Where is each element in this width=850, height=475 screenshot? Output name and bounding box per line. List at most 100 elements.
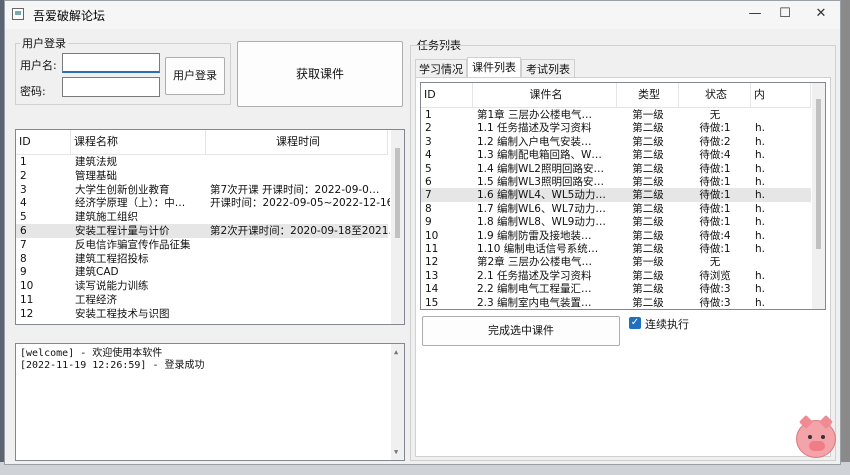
table-row[interactable]: 9 建筑CAD	[16, 265, 388, 279]
table-row[interactable]: 12 安装工程技术与识图	[16, 307, 388, 321]
table-row[interactable]: 12 第2章 三层办公楼电气… 第一级 无	[421, 255, 811, 269]
table-cell: 1.3 编制配电箱回路、W…	[477, 149, 602, 162]
table-cell: 读写说能力训练	[75, 280, 149, 293]
table-cell: 6	[20, 225, 27, 237]
table-cell: 建筑法规	[75, 156, 117, 168]
table-row[interactable]: 8 1.7 编制WL6、WL7动力… 第二级 待做:1 h.	[421, 202, 811, 216]
table-cell: 1	[20, 156, 27, 168]
login-button[interactable]: 用户登录	[165, 57, 225, 95]
table-row[interactable]: 10 1.9 编制防雷及接地装… 第二级 待做:4 h.	[421, 229, 811, 243]
column-header[interactable]: ID	[421, 83, 473, 107]
courseware-tab-panel: ID 课件名 类型 状态 内 1 第1章 三层办公楼电气… 第一级无 2 1.1 任务描…	[415, 77, 831, 457]
table-row[interactable]: 6 安装工程计量与计价 第2次开课时间：2020-09-18至2021…	[16, 224, 390, 238]
maximize-icon[interactable]: ☐	[772, 5, 798, 23]
table-cell: 2	[20, 169, 27, 182]
table-row[interactable]: 13 2.1 任务描述及学习资料 第二级 待浏览 h.	[421, 269, 811, 283]
table-cell: 建筑工程招投标	[75, 252, 149, 265]
table-row[interactable]: 5 建筑施工组织	[16, 210, 388, 224]
table-row[interactable]: 9 1.8 编制WL8、WL9动力… 第二级 待做:1 h.	[421, 215, 811, 229]
complete-selected-button[interactable]: 完成选中课件	[422, 316, 620, 346]
table-cell: 14	[425, 283, 439, 296]
table-cell: 反电信诈骗宣传作品征集	[75, 238, 191, 251]
username-label: 用户名:	[20, 59, 57, 72]
table-cell	[210, 169, 390, 183]
table-cell: 第2章 三层办公楼电气…	[477, 256, 593, 269]
column-header[interactable]: 课程名称	[71, 130, 206, 154]
table-cell: 2.1 任务描述及学习资料	[477, 269, 592, 282]
table-row[interactable]: 1 第1章 三层办公楼电气… 第一级 无	[421, 108, 811, 122]
continuous-run-checkbox[interactable]: ✓	[629, 317, 641, 329]
scroll-up-icon[interactable]: ▲	[394, 348, 398, 356]
tab-courseware-list[interactable]: 课件列表	[467, 57, 521, 79]
table-cell: 2	[425, 122, 432, 135]
log-scrollbar[interactable]: ▲ ▼	[391, 344, 404, 460]
table-cell: 建筑施工组织	[75, 211, 138, 224]
table-cell: 开课时间：2022-09-05~2022-12-16	[210, 197, 390, 210]
table-row[interactable]: 10 读写说能力训练	[16, 279, 388, 293]
table-row[interactable]: 1 建筑法规	[16, 155, 388, 169]
minimize-icon[interactable]: —	[742, 5, 768, 23]
courseware-list-scrollbar[interactable]	[812, 83, 825, 309]
table-cell: 第二级	[632, 229, 664, 242]
table-cell: 第1章 三层办公楼电气…	[477, 109, 593, 121]
table-row[interactable]: 3 大学生创新创业教育 第7次开课 开课时间：2022-09-0…	[16, 183, 388, 197]
table-cell: 第二级	[632, 283, 664, 296]
close-icon[interactable]: ✕	[808, 5, 834, 23]
log-line: [2022-11-19 12:26:59] - 登录成功	[20, 360, 205, 371]
login-group-title: 用户登录	[20, 35, 68, 51]
tab-study-status[interactable]: 学习情况	[415, 59, 467, 79]
log-line: [welcome] - 欢迎使用本软件	[20, 348, 163, 359]
table-cell	[210, 265, 390, 279]
table-cell	[210, 210, 390, 224]
table-row[interactable]: 7 反电信诈骗宣传作品征集	[16, 238, 388, 252]
table-cell: 工程经济	[75, 294, 117, 306]
table-row[interactable]: 4 1.3 编制配电箱回路、W… 第二级 待做:4 h.	[421, 148, 811, 162]
table-cell	[210, 279, 390, 293]
table-cell: 安装工程计量与计价	[75, 225, 170, 237]
table-row[interactable]: 11 1.10 编制电话信号系统… 第二级 待做:1 h.	[421, 242, 811, 256]
pig-mascot-icon	[796, 414, 836, 458]
scroll-thumb[interactable]	[395, 148, 400, 238]
table-row[interactable]: 6 1.5 编制WL3照明回路安… 第二级 待做:1 h.	[421, 175, 811, 189]
column-header[interactable]: 类型	[617, 83, 679, 107]
table-row[interactable]: 7 1.6 编制WL4、WL5动力… 第二级 待做:1 h.	[421, 188, 811, 203]
table-row[interactable]: 3 1.2 编制入户电气安装… 第二级 待做:2 h.	[421, 135, 811, 149]
log-output[interactable]: [welcome] - 欢迎使用本软件 [2022-11-19 12:26:59…	[15, 343, 405, 461]
table-cell: 安装工程技术与识图	[75, 307, 170, 320]
table-cell: 4	[20, 197, 27, 210]
table-cell: 1.9 编制防雷及接地装…	[477, 229, 592, 242]
table-row[interactable]: 15 2.3 编制室内电气装置… 第二级 待做:3 h.	[421, 296, 811, 309]
table-cell: 第2次开课时间：2020-09-18至2021…	[210, 225, 390, 237]
table-cell: 管理基础	[75, 169, 117, 182]
table-cell: 1.4 编制WL2照明回路安…	[477, 162, 604, 175]
table-cell: 第一级	[632, 109, 664, 121]
table-cell: 3	[20, 183, 27, 196]
table-cell: 15	[425, 296, 439, 309]
table-cell: 第二级	[632, 149, 664, 162]
scroll-down-icon[interactable]: ▼	[394, 448, 398, 456]
column-header[interactable]: 课件名	[473, 83, 617, 107]
table-cell: 12	[20, 307, 34, 320]
table-row[interactable]: 2 管理基础	[16, 169, 388, 183]
username-input[interactable]	[62, 53, 160, 73]
table-row[interactable]: 2 1.1 任务描述及学习资料 第二级 待做:1 h.	[421, 121, 811, 135]
column-header[interactable]: 状态	[679, 83, 751, 107]
course-list-scrollbar[interactable]	[391, 130, 404, 324]
table-cell: 第一级	[632, 256, 664, 269]
scroll-thumb[interactable]	[816, 99, 821, 249]
column-header[interactable]: ID	[16, 130, 71, 154]
get-courses-button[interactable]: 获取课件	[237, 41, 403, 107]
tab-exam-list[interactable]: 考试列表	[521, 59, 575, 79]
column-header[interactable]: 课程时间	[206, 130, 388, 154]
continuous-run-label[interactable]: 连续执行	[645, 316, 689, 332]
password-input[interactable]	[62, 77, 160, 97]
column-header[interactable]: 内	[751, 83, 811, 107]
table-row[interactable]: 11 工程经济	[16, 293, 388, 307]
table-row[interactable]: 5 1.4 编制WL2照明回路安… 第二级 待做:1 h.	[421, 162, 811, 176]
window-title: 吾爱破解论坛	[33, 9, 106, 23]
table-row[interactable]: 4 经济学原理（上）：中… 开课时间：2022-09-05~2022-12-16	[16, 196, 390, 210]
table-cell	[210, 238, 390, 252]
table-row[interactable]: 14 2.2 编制电气工程量汇… 第二级 待做:3 h.	[421, 282, 811, 296]
table-cell: 10	[20, 280, 34, 293]
table-row[interactable]: 8 建筑工程招投标	[16, 252, 388, 266]
